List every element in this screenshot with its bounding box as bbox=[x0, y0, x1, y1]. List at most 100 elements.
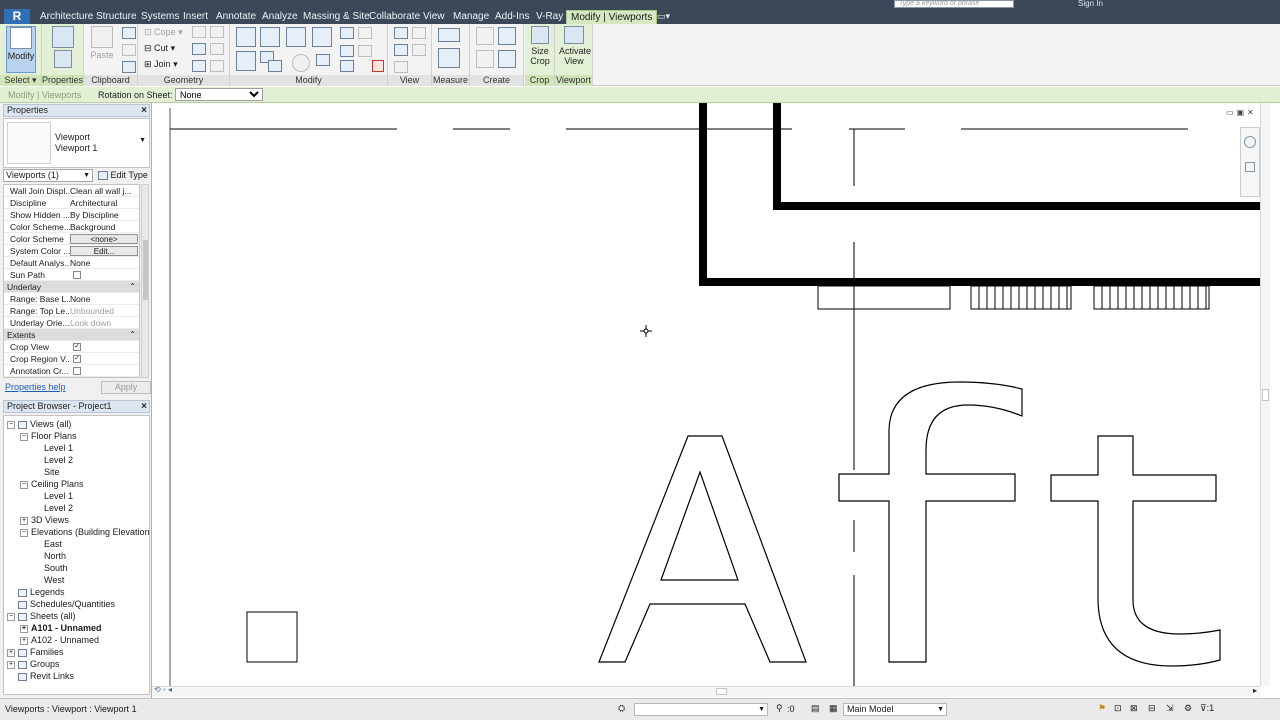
tab-architecture[interactable]: Architecture bbox=[40, 10, 93, 24]
collapse-icon[interactable]: − bbox=[20, 528, 28, 537]
expand-icon[interactable]: + bbox=[20, 636, 28, 645]
browser-node[interactable]: West bbox=[33, 574, 64, 586]
properties-scrollbar[interactable] bbox=[141, 184, 149, 378]
expand-icon[interactable]: + bbox=[20, 624, 28, 633]
sync-view-icon[interactable]: ⟲ ◦ ◂ bbox=[154, 685, 172, 694]
property-row[interactable]: Crop Region V... ✓ bbox=[4, 353, 139, 365]
expand-icon[interactable]: + bbox=[7, 660, 15, 669]
browser-node[interactable]: Level 1 bbox=[33, 490, 73, 502]
dimension-icon[interactable] bbox=[438, 48, 460, 68]
drawing-canvas[interactable] bbox=[152, 103, 1260, 686]
scrollbar-thumb[interactable] bbox=[716, 688, 727, 695]
zoom-icon[interactable] bbox=[1245, 162, 1255, 172]
browser-node[interactable]: + Groups bbox=[7, 658, 60, 670]
instance-filter-select[interactable]: Viewports (1) ▼ bbox=[3, 169, 93, 182]
property-row[interactable]: Annotation Cr... bbox=[4, 365, 139, 377]
offset-icon[interactable] bbox=[260, 27, 280, 47]
tab-collaborate[interactable]: Collaborate bbox=[369, 10, 420, 24]
split-element-icon[interactable] bbox=[340, 27, 354, 39]
background-process-icon[interactable]: ⚙ bbox=[1184, 703, 1192, 714]
create-similar-icon[interactable] bbox=[498, 27, 516, 45]
cut-scissors-icon[interactable] bbox=[122, 27, 136, 39]
collapse-icon[interactable]: − bbox=[20, 480, 28, 489]
property-value-button[interactable]: <none> bbox=[70, 234, 138, 244]
design-options-icon[interactable]: ▤ bbox=[811, 703, 820, 714]
collapse-icon[interactable]: − bbox=[7, 420, 15, 429]
tab-massing-site[interactable]: Massing & Site bbox=[303, 10, 370, 24]
collapse-icon[interactable]: − bbox=[7, 612, 15, 621]
cope-button[interactable]: ⊡ Cope ▾ bbox=[144, 26, 183, 39]
browser-node[interactable]: + Families bbox=[7, 646, 64, 658]
select-pinned-icon[interactable]: ⊠ bbox=[1130, 703, 1138, 714]
property-value[interactable]: By Discipline bbox=[70, 209, 138, 221]
expand-icon[interactable]: + bbox=[7, 648, 15, 657]
select-underlay-icon[interactable]: ⊡ bbox=[1114, 703, 1122, 714]
select-links-icon[interactable]: ⚑ bbox=[1098, 703, 1106, 714]
scrollbar-thumb[interactable] bbox=[1262, 389, 1269, 401]
browser-node[interactable]: North bbox=[33, 550, 66, 562]
close-browser-icon[interactable]: × bbox=[141, 401, 147, 412]
paste-button[interactable]: Paste bbox=[87, 26, 117, 60]
modify-button[interactable]: Modify bbox=[6, 26, 36, 73]
browser-node[interactable]: +3D Views bbox=[20, 514, 69, 526]
properties-help-link[interactable]: Properties help bbox=[5, 382, 66, 392]
view-window-controls[interactable]: ▭▣✕ bbox=[1226, 108, 1257, 117]
property-row[interactable]: Range: Base L... None bbox=[4, 293, 139, 305]
browser-node[interactable]: Site bbox=[33, 466, 60, 478]
create-assembly-icon[interactable] bbox=[498, 50, 516, 68]
property-row[interactable]: Range: Top Le... Unbounded bbox=[4, 305, 139, 317]
property-row[interactable]: System Color ... Edit... bbox=[4, 245, 139, 257]
apply-button[interactable]: Apply bbox=[101, 381, 151, 394]
property-row[interactable]: Sun Path bbox=[4, 269, 139, 281]
browser-node[interactable]: South bbox=[33, 562, 68, 574]
collapse-icon[interactable]: − bbox=[20, 432, 28, 441]
paint-icon[interactable] bbox=[192, 43, 206, 55]
tab-modify-viewports[interactable]: Modify | Viewports bbox=[566, 10, 658, 24]
tab-annotate[interactable]: Annotate bbox=[216, 10, 256, 24]
collapse-group-icon[interactable]: ⌃ bbox=[129, 281, 136, 293]
exclude-options-icon[interactable]: ▦ bbox=[829, 703, 838, 714]
vertical-scrollbar[interactable] bbox=[1260, 103, 1270, 686]
drag-elements-icon[interactable]: ⇲ bbox=[1166, 703, 1174, 714]
steering-wheel-icon[interactable] bbox=[1244, 136, 1256, 148]
navigation-bar[interactable] bbox=[1240, 127, 1260, 197]
property-value[interactable]: None bbox=[70, 293, 138, 305]
property-row[interactable]: Color Scheme <none> bbox=[4, 233, 139, 245]
tab-insert[interactable]: Insert bbox=[183, 10, 208, 24]
mirror-pick-axis-icon[interactable] bbox=[286, 27, 306, 47]
join-button[interactable]: ⊞ Join ▾ bbox=[144, 58, 178, 71]
property-row[interactable]: Wall Join Displ... Clean all wall j... bbox=[4, 185, 139, 197]
browser-node[interactable]: Revit Links bbox=[7, 670, 74, 682]
property-value-button[interactable]: Edit... bbox=[70, 246, 138, 256]
tab-structure[interactable]: Structure bbox=[96, 10, 137, 24]
horizontal-scrollbar[interactable]: ⟲ ◦ ◂ ▸ bbox=[152, 685, 1260, 697]
move-icon[interactable] bbox=[236, 51, 256, 71]
match-type-icon[interactable] bbox=[122, 61, 136, 73]
browser-node[interactable]: − Views (all) bbox=[7, 418, 71, 430]
property-row[interactable]: Discipline Architectural bbox=[4, 197, 139, 209]
measure-icon[interactable] bbox=[438, 28, 460, 42]
browser-node[interactable]: Schedules/Quantities bbox=[7, 598, 115, 610]
property-group-header[interactable]: Extents ⌃ bbox=[4, 329, 139, 341]
property-row[interactable]: Show Hidden ... By Discipline bbox=[4, 209, 139, 221]
type-selector[interactable]: Viewport Viewport 1 ▼ bbox=[3, 118, 150, 168]
browser-node[interactable]: − Floor Plans bbox=[20, 430, 77, 442]
property-checkbox[interactable]: ✓ bbox=[73, 343, 81, 351]
browser-node[interactable]: Level 2 bbox=[33, 502, 73, 514]
array-icon[interactable] bbox=[340, 45, 354, 57]
editing-requests-icon[interactable]: ⚲ bbox=[776, 703, 783, 714]
application-menu-button[interactable]: R bbox=[4, 9, 30, 24]
browser-node[interactable]: East bbox=[33, 538, 62, 550]
property-group-header[interactable]: Underlay ⌃ bbox=[4, 281, 139, 293]
browser-node[interactable]: Legends bbox=[7, 586, 65, 598]
hide-in-view-icon[interactable] bbox=[394, 27, 408, 39]
close-properties-icon[interactable]: × bbox=[141, 105, 147, 116]
browser-node[interactable]: Level 1 bbox=[33, 442, 73, 454]
browser-node[interactable]: − Elevations (Building Elevation) bbox=[20, 526, 149, 538]
property-row[interactable]: Color Scheme... Background bbox=[4, 221, 139, 233]
panel-toggle-icon[interactable]: ▭▾ bbox=[657, 10, 670, 24]
pin-icon[interactable] bbox=[316, 54, 330, 66]
browser-node[interactable]: Level 2 bbox=[33, 454, 73, 466]
linework-icon[interactable] bbox=[394, 44, 408, 56]
browser-node[interactable]: + A101 - Unnamed bbox=[20, 622, 102, 634]
